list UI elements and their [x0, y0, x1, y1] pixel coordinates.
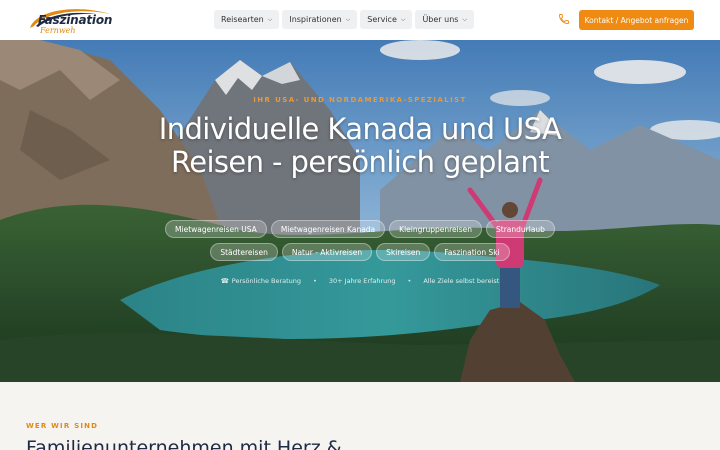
feature-ziele: Alle Ziele selbst bereist: [423, 277, 499, 285]
chevron-down-icon: ⌵: [345, 15, 351, 23]
section-eyebrow: WER WIR SIND: [26, 422, 99, 430]
separator-dot: •: [313, 277, 317, 285]
chip-strandurlaub[interactable]: Strandurlaub: [486, 220, 555, 238]
chip-faszination-ski[interactable]: Faszination Ski: [434, 243, 510, 261]
chip-mietwagenreisen-usa[interactable]: Mietwagenreisen USA: [165, 220, 267, 238]
chevron-down-icon: ⌵: [462, 15, 467, 23]
hero-section: IHR USA- UND NORDAMERIKA-SPEZIALIST Indi…: [0, 40, 720, 382]
phone-icon[interactable]: [558, 13, 570, 25]
feature-label: Persönliche Beratung: [231, 277, 302, 285]
nav-item-inspirationen[interactable]: Inspirationen ⌵: [282, 10, 358, 29]
chip-skireisen[interactable]: Skireisen: [376, 243, 431, 261]
chevron-down-icon: ⌵: [267, 15, 273, 23]
nav-item-label: Inspirationen: [289, 15, 342, 24]
chevron-down-icon: ⌵: [400, 15, 406, 23]
nav-item-label: Reisearten: [221, 15, 264, 24]
hero-eyebrow: IHR USA- UND NORDAMERIKA-SPEZIALIST: [253, 96, 467, 104]
nav-item-reisearten[interactable]: Reisearten ⌵: [214, 10, 280, 29]
nav-item-label: Über uns: [422, 15, 459, 24]
separator-dot: •: [407, 277, 412, 285]
hero-content: IHR USA- UND NORDAMERIKA-SPEZIALIST Indi…: [0, 40, 720, 382]
travel-type-chips-row-2: Städtereisen Natur - Aktivreisen Skireis…: [0, 243, 720, 261]
feature-label: 30+ Jahre Erfahrung: [328, 277, 396, 285]
section-title: Familienunternehmen mit Herz &: [26, 437, 342, 450]
main-nav: Reisearten ⌵ Inspirationen ⌵ Service ⌵ Ü…: [214, 10, 474, 29]
phone-icon: ☎: [220, 277, 229, 285]
logo-main-text: Faszination: [38, 13, 113, 27]
logo[interactable]: Faszination Fernweh: [26, 4, 114, 36]
chip-mietwagenreisen-kanada[interactable]: Mietwagenreisen Kanada: [270, 220, 386, 238]
travel-type-chips-row-1: Mietwagenreisen USA Mietwagenreisen Kana…: [0, 220, 720, 238]
chip-kleingruppenreisen[interactable]: Kleingruppenreisen: [389, 220, 482, 238]
hero-features: ☎ Persönliche Beratung • 30+ Jahre Erfah…: [0, 277, 720, 285]
feature-beratung: ☎ Persönliche Beratung: [221, 277, 301, 285]
feature-erfahrung: 30+ Jahre Erfahrung: [329, 277, 396, 285]
logo-sub-text: Fernweh: [40, 26, 76, 35]
site-header: Faszination Fernweh Reisearten ⌵ Inspira…: [0, 0, 720, 40]
nav-item-ueber-uns[interactable]: Über uns ⌵: [415, 10, 474, 29]
chip-staedtereisen[interactable]: Städtereisen: [210, 243, 278, 261]
chip-natur-aktivreisen[interactable]: Natur - Aktivreisen: [281, 243, 373, 261]
hero-title: Individuelle Kanada und USA Reisen - per…: [158, 112, 562, 179]
nav-item-label: Service: [367, 15, 397, 24]
contact-cta-button[interactable]: Kontakt / Angebot anfragen: [579, 10, 694, 30]
feature-label: Alle Ziele selbst bereist: [423, 277, 500, 285]
nav-item-service[interactable]: Service ⌵: [360, 10, 413, 29]
